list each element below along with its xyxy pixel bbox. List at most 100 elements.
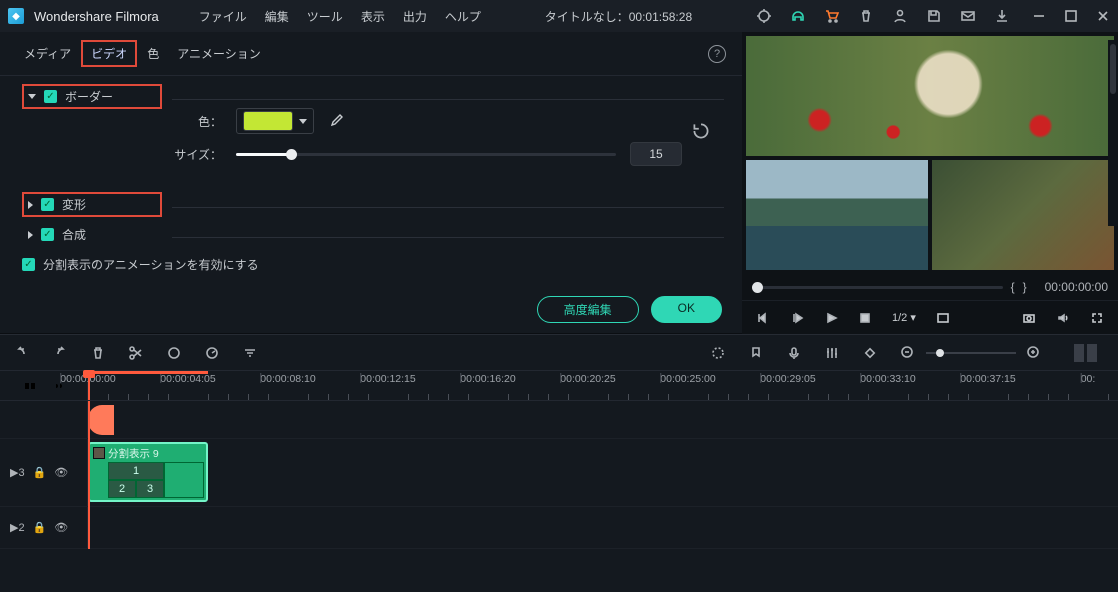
menu-edit[interactable]: 編集 [265,8,289,25]
main-menu: ファイル 編集 ツール 表示 出力 ヘルプ [199,8,481,25]
timeline-ruler[interactable]: 00:00:00:0000:00:04:0500:00:08:1000:00:1… [0,371,1118,401]
clip-layout-cell-3: 3 [136,480,164,498]
minimize-button[interactable] [1032,9,1046,23]
tab-video[interactable]: ビデオ [81,40,137,67]
preview-seek-slider[interactable] [752,286,1003,289]
menu-view[interactable]: 表示 [361,8,385,25]
save-icon[interactable] [926,8,942,24]
undo-icon[interactable] [14,345,30,361]
reset-icon[interactable] [690,120,712,142]
section-transform-header[interactable]: ✓ 変形 [22,192,162,217]
eye-icon[interactable]: 👁 [54,521,68,534]
fullscreen-icon[interactable] [1090,311,1104,325]
split-anim-checkbox[interactable]: ✓ [22,258,35,271]
prev-frame-button[interactable] [756,311,770,325]
eye-icon[interactable]: 👁 [54,466,68,479]
chevron-down-icon [299,119,307,124]
tab-media[interactable]: メディア [16,42,79,65]
cart-icon[interactable] [824,8,840,24]
tab-animation[interactable]: アニメーション [169,42,269,65]
menu-file[interactable]: ファイル [199,8,247,25]
quality-icon[interactable] [936,311,950,325]
lock-icon[interactable]: 🔒 [33,521,47,534]
preview-viewport[interactable] [746,36,1114,270]
transform-label: 変形 [62,196,86,213]
section-compose-header[interactable]: ✓ 合成 [22,222,162,247]
preview-clip-2 [746,160,928,270]
transform-checkbox[interactable]: ✓ [41,198,54,211]
marker-icon[interactable] [748,345,764,361]
preview-zoom-label[interactable]: 1/2 ▾ [892,311,916,324]
preview-panel: { } 00:00:00:00 1/2 ▾ [742,32,1118,334]
clip-layout-cell-2: 2 [108,480,136,498]
snapshot-icon[interactable] [1022,311,1036,325]
menu-tool[interactable]: ツール [307,8,343,25]
tips-icon[interactable] [756,8,772,24]
filters-icon[interactable] [242,345,258,361]
close-button[interactable] [1096,9,1110,23]
zoom-out-icon[interactable] [900,345,916,361]
size-value[interactable]: 15 [630,142,682,166]
tab-color[interactable]: 色 [139,42,167,65]
ruler-tick: 00:00:08:10 [260,371,315,383]
size-slider[interactable] [236,153,616,156]
eyedropper-icon[interactable] [328,113,344,129]
redo-icon[interactable] [52,345,68,361]
clip-split-screen[interactable]: 分割表示 9 1 2 3 [88,442,208,502]
maximize-button[interactable] [1064,9,1078,23]
border-checkbox[interactable]: ✓ [44,90,57,103]
render-icon[interactable] [710,345,726,361]
volume-icon[interactable] [1056,311,1070,325]
support-icon[interactable] [790,8,806,24]
zoom-in-icon[interactable] [1026,345,1042,361]
chevron-right-icon [28,201,33,209]
ruler-tick: 00:00:16:20 [460,371,515,383]
mail-icon[interactable] [960,8,976,24]
keyframe-icon[interactable] [862,345,878,361]
zoom-slider[interactable] [926,352,1016,354]
track-video-icon[interactable]: ▶3 [10,466,25,479]
speed-icon[interactable] [204,345,220,361]
in-point-marker[interactable] [88,405,114,435]
ruler-tick: 00:00:25:00 [660,371,715,383]
menu-help[interactable]: ヘルプ [445,8,481,25]
delete-icon[interactable] [90,345,106,361]
trash-icon[interactable] [858,8,874,24]
playhead-line[interactable] [88,401,90,549]
track-audio-icon[interactable]: ▶2 [10,521,25,534]
voiceover-icon[interactable] [786,345,802,361]
link-icon[interactable] [23,379,37,393]
audio-track-row: ▶2 🔒 👁 [0,507,1118,549]
advanced-button[interactable]: 高度編集 [537,296,639,323]
ruler-tick: 00:00:29:05 [760,371,815,383]
compose-checkbox[interactable]: ✓ [41,228,54,241]
menu-export[interactable]: 出力 [403,8,427,25]
download-icon[interactable] [994,8,1010,24]
clip-thumb-icon [93,447,105,459]
play-pause-button[interactable] [790,311,804,325]
ruler-tick: 00:00:20:25 [560,371,615,383]
color-picker[interactable] [236,108,314,134]
brace-out[interactable]: } [1023,280,1027,294]
size-label: サイズ： [150,146,222,163]
color-icon[interactable] [166,345,182,361]
border-label: ボーダー [65,88,113,105]
video-track-row: ▶3 🔒 👁 分割表示 9 1 2 3 [0,439,1118,507]
brace-in[interactable]: { [1011,280,1015,294]
app-logo-icon: ◆ [8,8,24,24]
ok-button[interactable]: OK [651,296,722,323]
thumbnails-toggle[interactable] [1074,344,1104,362]
stop-button[interactable] [858,311,872,325]
account-icon[interactable] [892,8,908,24]
chevron-down-icon [28,94,36,99]
document-title: タイトルなし：00:01:58:28 [491,8,746,25]
play-button[interactable] [824,311,838,325]
split-icon[interactable] [128,345,144,361]
timeline-tracks: ▶3 🔒 👁 分割表示 9 1 2 3 ▶2 🔒 👁 [0,401,1118,549]
timeline-scrollbar[interactable] [1108,40,1118,226]
preview-seekbar-row: { } 00:00:00:00 [742,274,1118,300]
audio-mixer-icon[interactable] [824,345,840,361]
lock-icon[interactable]: 🔒 [33,466,47,479]
chevron-right-icon [28,231,33,239]
help-icon[interactable]: ? [708,45,726,63]
